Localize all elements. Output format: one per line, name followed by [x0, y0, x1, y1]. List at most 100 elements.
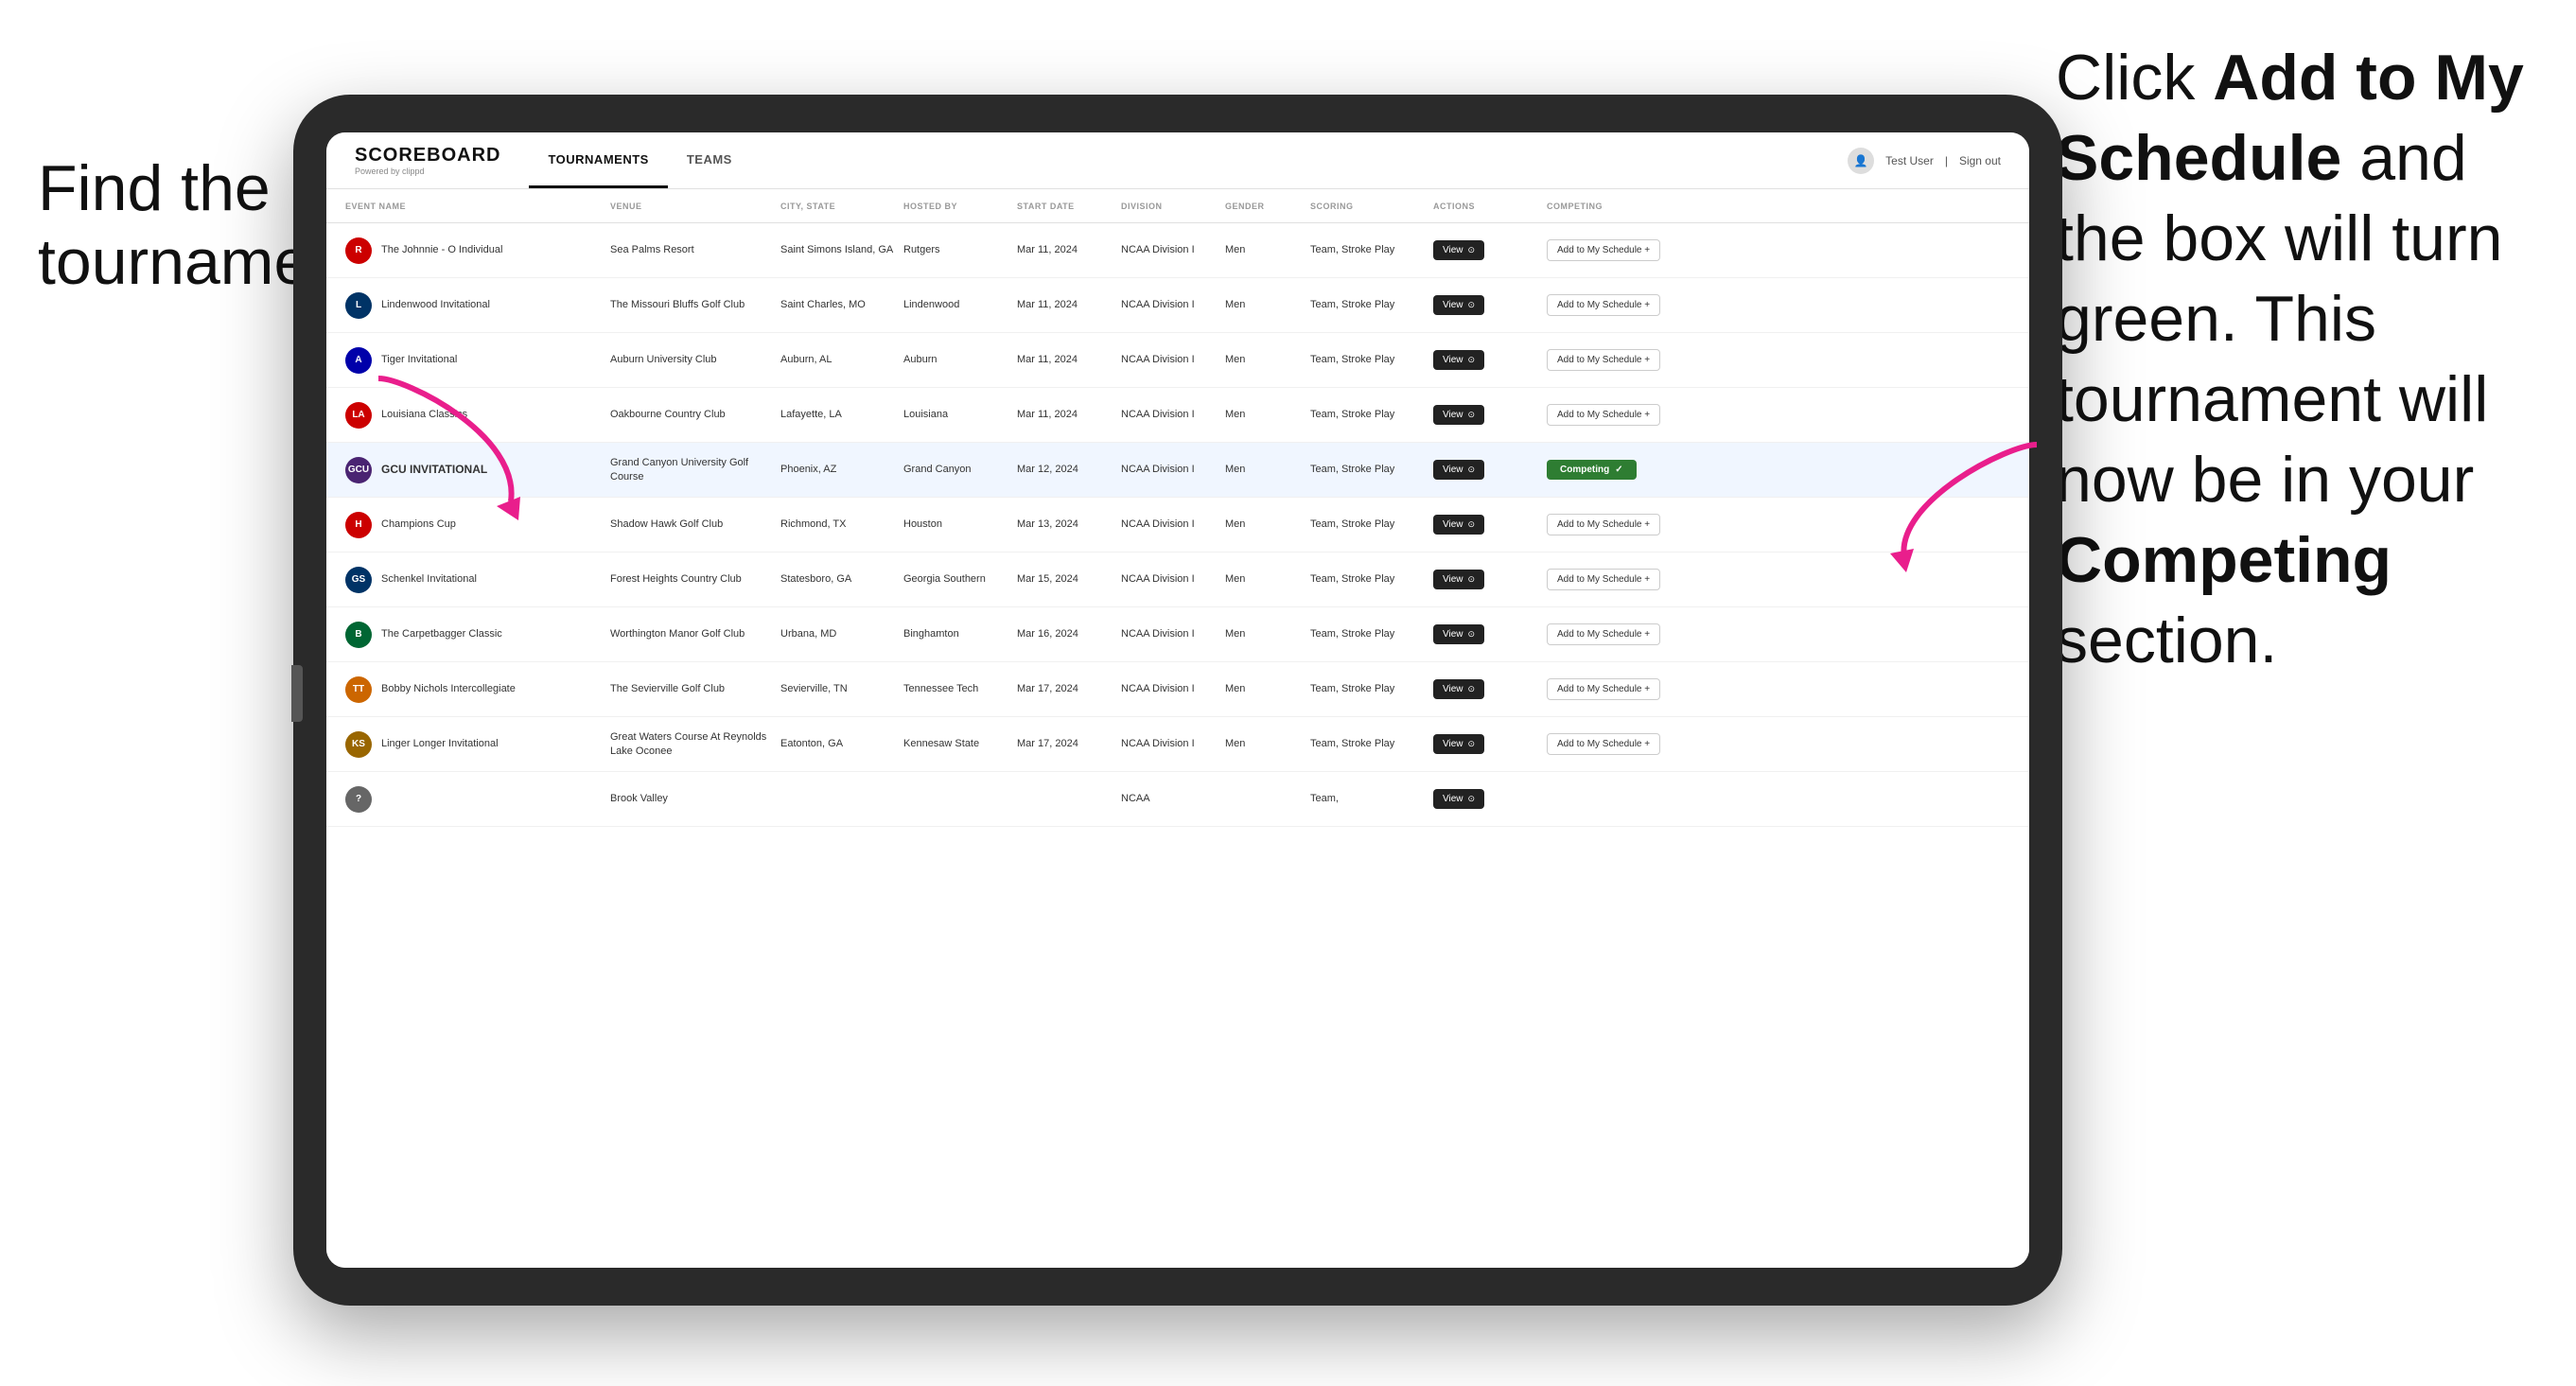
table-row: LLindenwood InvitationalThe Missouri Blu…: [326, 278, 2029, 333]
city-state-cell: Saint Charles, MO: [780, 298, 903, 311]
tab-teams[interactable]: TEAMS: [668, 132, 751, 188]
team-logo: LA: [345, 402, 372, 429]
hosted-by-cell: Louisiana: [903, 408, 1017, 421]
table-header: EVENT NAME VENUE CITY, STATE HOSTED BY S…: [326, 189, 2029, 223]
add-to-schedule-button[interactable]: Add to My Schedule +: [1547, 623, 1660, 645]
table-row: GSSchenkel InvitationalForest Heights Co…: [326, 553, 2029, 607]
action-cell: View ⊙: [1433, 240, 1547, 260]
scoring-cell: Team, Stroke Play: [1310, 518, 1433, 531]
competing-cell: Add to My Schedule +: [1547, 678, 1717, 700]
add-to-schedule-button[interactable]: Add to My Schedule +: [1547, 404, 1660, 426]
event-name-cell: TTBobby Nichols Intercollegiate: [345, 676, 610, 703]
annotation-right: Click Add to My Schedule and the box wil…: [2056, 38, 2548, 681]
team-logo: H: [345, 512, 372, 538]
add-to-schedule-button[interactable]: Add to My Schedule +: [1547, 514, 1660, 535]
team-logo: B: [345, 622, 372, 648]
venue-cell: Auburn University Club: [610, 353, 780, 366]
division-cell: NCAA Division I: [1121, 682, 1225, 695]
competing-cell: Competing ✓: [1547, 460, 1717, 480]
col-competing: COMPETING: [1547, 202, 1717, 211]
event-name-text: GCU INVITATIONAL: [381, 463, 487, 478]
event-name-text: Louisiana Classics: [381, 408, 467, 421]
scoring-cell: Team, Stroke Play: [1310, 572, 1433, 586]
hosted-by-cell: Houston: [903, 518, 1017, 531]
add-to-schedule-button[interactable]: Add to My Schedule +: [1547, 678, 1660, 700]
start-date-cell: Mar 13, 2024: [1017, 518, 1121, 531]
gender-cell: Men: [1225, 682, 1310, 695]
venue-cell: The Sevierville Golf Club: [610, 682, 780, 695]
start-date-cell: Mar 15, 2024: [1017, 572, 1121, 586]
city-state-cell: Phoenix, AZ: [780, 463, 903, 476]
scoring-cell: Team, Stroke Play: [1310, 243, 1433, 256]
gender-cell: Men: [1225, 627, 1310, 640]
action-cell: View ⊙: [1433, 515, 1547, 535]
add-to-schedule-button[interactable]: Add to My Schedule +: [1547, 294, 1660, 316]
division-cell: NCAA Division I: [1121, 737, 1225, 750]
table-container: EVENT NAME VENUE CITY, STATE HOSTED BY S…: [326, 189, 2029, 1268]
hosted-by-cell: Kennesaw State: [903, 737, 1017, 750]
scoring-cell: Team, Stroke Play: [1310, 463, 1433, 476]
add-to-schedule-button[interactable]: Add to My Schedule +: [1547, 349, 1660, 371]
view-button[interactable]: View ⊙: [1433, 405, 1484, 425]
view-button[interactable]: View ⊙: [1433, 515, 1484, 535]
start-date-cell: Mar 11, 2024: [1017, 298, 1121, 311]
division-cell: NCAA Division I: [1121, 572, 1225, 586]
col-gender: GENDER: [1225, 202, 1310, 211]
gender-cell: Men: [1225, 353, 1310, 366]
event-name-cell: BThe Carpetbagger Classic: [345, 622, 610, 648]
add-to-schedule-button[interactable]: Add to My Schedule +: [1547, 239, 1660, 261]
view-button[interactable]: View ⊙: [1433, 460, 1484, 480]
hosted-by-cell: Tennessee Tech: [903, 682, 1017, 695]
gender-cell: Men: [1225, 408, 1310, 421]
add-to-schedule-button[interactable]: Add to My Schedule +: [1547, 733, 1660, 755]
table-row: BThe Carpetbagger ClassicWorthington Man…: [326, 607, 2029, 662]
action-cell: View ⊙: [1433, 460, 1547, 480]
view-button[interactable]: View ⊙: [1433, 679, 1484, 699]
team-logo: GCU: [345, 457, 372, 483]
event-name-text: The Johnnie - O Individual: [381, 243, 502, 256]
competing-cell: Add to My Schedule +: [1547, 569, 1717, 590]
hosted-by-cell: Binghamton: [903, 627, 1017, 640]
division-cell: NCAA Division I: [1121, 408, 1225, 421]
scoring-cell: Team, Stroke Play: [1310, 353, 1433, 366]
hosted-by-cell: Auburn: [903, 353, 1017, 366]
competing-cell: Add to My Schedule +: [1547, 514, 1717, 535]
start-date-cell: Mar 12, 2024: [1017, 463, 1121, 476]
logo-area: SCOREBOARD Powered by clippd: [355, 145, 500, 176]
view-button[interactable]: View ⊙: [1433, 350, 1484, 370]
tab-tournaments[interactable]: TOURNAMENTS: [529, 132, 667, 188]
venue-cell: Forest Heights Country Club: [610, 572, 780, 586]
city-state-cell: Urbana, MD: [780, 627, 903, 640]
view-button[interactable]: View ⊙: [1433, 789, 1484, 809]
gender-cell: Men: [1225, 463, 1310, 476]
col-hosted-by: HOSTED BY: [903, 202, 1017, 211]
event-name-cell: HChampions Cup: [345, 512, 610, 538]
tablet-frame: SCOREBOARD Powered by clippd TOURNAMENTS…: [293, 95, 2062, 1306]
sign-out-link[interactable]: Sign out: [1959, 154, 2001, 167]
venue-cell: Brook Valley: [610, 792, 780, 805]
top-bar: SCOREBOARD Powered by clippd TOURNAMENTS…: [326, 132, 2029, 189]
gender-cell: Men: [1225, 737, 1310, 750]
view-button[interactable]: View ⊙: [1433, 624, 1484, 644]
event-name-text: Schenkel Invitational: [381, 572, 477, 586]
competing-button[interactable]: Competing ✓: [1547, 460, 1637, 480]
action-cell: View ⊙: [1433, 679, 1547, 699]
city-state-cell: Sevierville, TN: [780, 682, 903, 695]
team-logo: KS: [345, 731, 372, 758]
table-row: ?Brook ValleyNCAATeam,View ⊙: [326, 772, 2029, 827]
view-button[interactable]: View ⊙: [1433, 734, 1484, 754]
view-button[interactable]: View ⊙: [1433, 570, 1484, 589]
hosted-by-cell: Georgia Southern: [903, 572, 1017, 586]
venue-cell: Grand Canyon University Golf Course: [610, 456, 780, 483]
competing-cell: Add to My Schedule +: [1547, 349, 1717, 371]
separator: |: [1945, 154, 1948, 167]
view-button[interactable]: View ⊙: [1433, 240, 1484, 260]
city-state-cell: Lafayette, LA: [780, 408, 903, 421]
sidebar-tab[interactable]: [291, 665, 303, 722]
team-logo: L: [345, 292, 372, 319]
add-to-schedule-button[interactable]: Add to My Schedule +: [1547, 569, 1660, 590]
view-button[interactable]: View ⊙: [1433, 295, 1484, 315]
competing-cell: Add to My Schedule +: [1547, 623, 1717, 645]
division-cell: NCAA Division I: [1121, 627, 1225, 640]
gender-cell: Men: [1225, 518, 1310, 531]
